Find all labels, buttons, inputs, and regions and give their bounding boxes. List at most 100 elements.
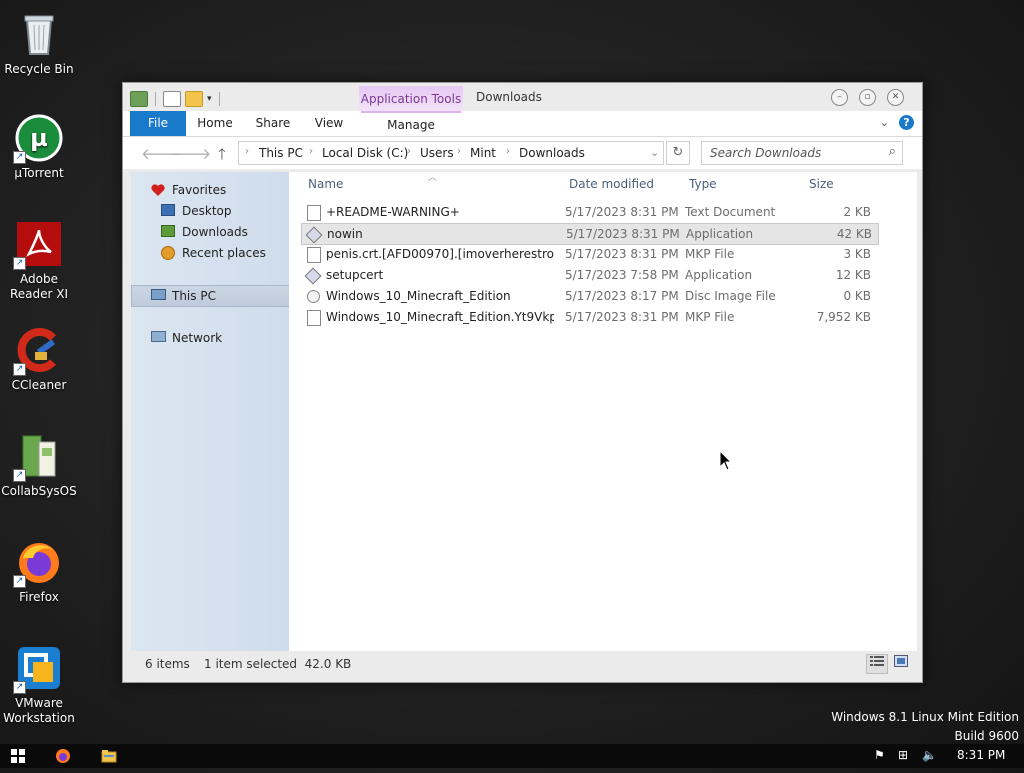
search-input[interactable] <box>708 142 877 164</box>
breadcrumb-mint[interactable]: Mint <box>470 146 496 160</box>
firefox-icon <box>56 749 70 763</box>
file-type: Disc Image File <box>685 289 776 303</box>
breadcrumb-chevron-icon[interactable]: › <box>506 146 510 157</box>
heart-icon <box>151 183 165 196</box>
breadcrumb-local-disk[interactable]: Local Disk (C:) <box>322 146 408 160</box>
shortcut-arrow-icon: ↗ <box>13 575 26 588</box>
taskbar-firefox-button[interactable] <box>55 748 71 772</box>
desktop-icon-collabsysos[interactable]: ↗ CollabSysOS <box>0 432 78 499</box>
properties-icon[interactable] <box>163 91 181 107</box>
tab-view[interactable]: View <box>309 111 349 136</box>
minimize-button[interactable]: – <box>831 89 848 106</box>
help-icon[interactable]: ? <box>899 115 914 130</box>
taskbar-clock[interactable]: 8:31 PM <box>957 748 1005 762</box>
desktop-icon-vmware[interactable]: ↗ VMware Workstation <box>0 644 78 726</box>
desktop-icon-label: CCleaner <box>11 378 67 392</box>
tab-home[interactable]: Home <box>193 111 237 136</box>
details-view-button[interactable] <box>866 654 888 674</box>
file-type: Application <box>685 268 753 282</box>
file-row-selected[interactable]: nowin 5/17/2023 8:31 PM Application 42 K… <box>301 223 879 245</box>
file-date: 5/17/2023 8:31 PM <box>565 310 679 324</box>
desktop-icon-adobe-reader[interactable]: ↗ Adobe Reader XI <box>0 220 78 302</box>
search-box[interactable]: ⌕ <box>701 141 903 165</box>
window-menu-icon[interactable] <box>130 91 148 107</box>
file-row[interactable]: Windows_10_Minecraft_Edition.Yt9Vkp16...… <box>301 307 877 327</box>
address-bar[interactable]: › This PC › Local Disk (C:) › Users › Mi… <box>238 141 664 165</box>
adobe-reader-icon: ↗ <box>13 220 63 270</box>
file-name: penis.crt.[AFD00970].[imoverherestrokin.… <box>326 247 554 261</box>
desktop-icon-recycle-bin[interactable]: Recycle Bin <box>0 10 78 77</box>
tab-manage[interactable]: Manage <box>361 111 461 138</box>
breadcrumb-chevron-icon[interactable]: › <box>407 146 411 157</box>
file-type: MKP File <box>685 310 735 324</box>
tab-share[interactable]: Share <box>251 111 295 136</box>
generic-file-icon <box>307 310 321 326</box>
file-name: setupcert <box>326 268 384 282</box>
file-size: 42 KB <box>836 227 872 241</box>
sort-ascending-icon: ︿ <box>428 173 438 183</box>
breadcrumb-chevron-icon[interactable]: › <box>245 146 249 157</box>
column-header-type[interactable]: Type <box>689 177 717 191</box>
file-row[interactable]: Windows_10_Minecraft_Edition 5/17/2023 8… <box>301 286 877 306</box>
desktop-icon-firefox[interactable]: ↗ Firefox <box>0 538 78 605</box>
breadcrumb-this-pc[interactable]: This PC <box>259 146 303 160</box>
nav-item-label: Recent places <box>182 246 266 260</box>
file-size: 3 KB <box>843 247 871 261</box>
taskbar-file-explorer-button[interactable] <box>101 748 117 772</box>
expand-ribbon-chevron-icon[interactable]: ⌄ <box>880 116 889 129</box>
forward-arrow-icon[interactable]: 🡒 <box>171 144 211 163</box>
nav-item-favorites[interactable]: Favorites <box>131 180 289 200</box>
breadcrumb-downloads[interactable]: Downloads <box>519 146 585 160</box>
disc-image-icon <box>307 290 320 303</box>
address-dropdown-chevron-icon[interactable]: ⌄ <box>650 146 659 159</box>
shortcut-arrow-icon: ↗ <box>13 681 26 694</box>
file-type: Application <box>686 227 754 241</box>
windows-edition-watermark: Windows 8.1 Linux Mint Edition <box>831 710 1019 724</box>
tab-file[interactable]: File <box>130 111 186 136</box>
maximize-button[interactable]: ▫ <box>859 89 876 106</box>
start-button[interactable] <box>11 749 25 773</box>
nav-item-this-pc[interactable]: This PC <box>131 285 291 307</box>
generic-file-icon <box>307 247 321 263</box>
downloads-folder-icon <box>161 225 175 237</box>
close-button[interactable]: ✕ <box>887 89 904 106</box>
selection-info: 1 item selected 42.0 KB <box>204 657 352 671</box>
desktop-icon-ccleaner[interactable]: ↗ CCleaner <box>0 326 78 393</box>
nav-item-downloads[interactable]: Downloads <box>131 222 289 242</box>
svg-text:µ: µ <box>30 124 48 152</box>
file-row[interactable]: +README-WARNING+ 5/17/2023 8:31 PM Text … <box>301 202 877 222</box>
breadcrumb-users[interactable]: Users <box>420 146 454 160</box>
nav-item-label: Downloads <box>182 225 248 239</box>
breadcrumb-chevron-icon[interactable]: › <box>309 146 313 157</box>
toolbar-separator <box>155 92 156 106</box>
column-header-size[interactable]: Size <box>809 177 834 191</box>
action-center-flag-icon[interactable]: ⚑ <box>874 748 885 762</box>
file-name: +README-WARNING+ <box>326 205 460 219</box>
volume-muted-icon[interactable]: 🔈 <box>922 748 937 762</box>
large-icons-view-button[interactable] <box>890 654 912 674</box>
nav-item-desktop[interactable]: Desktop <box>131 201 289 221</box>
file-row[interactable]: setupcert 5/17/2023 7:58 PM Application … <box>301 265 877 285</box>
nav-item-label: Favorites <box>172 183 227 197</box>
refresh-button[interactable]: ↻ <box>666 141 690 165</box>
nav-item-recent-places[interactable]: Recent places <box>131 243 289 263</box>
column-header-name[interactable]: Name <box>308 177 343 191</box>
mouse-cursor-icon <box>719 450 733 471</box>
breadcrumb-chevron-icon[interactable]: › <box>457 146 461 157</box>
network-status-icon[interactable]: ⊞ <box>898 748 908 762</box>
item-count: 6 items <box>145 657 190 671</box>
file-size: 12 KB <box>835 268 871 282</box>
column-header-date-modified[interactable]: Date modified <box>569 177 654 191</box>
file-explorer-icon <box>101 750 117 763</box>
search-icon[interactable]: ⌕ <box>889 144 896 159</box>
title-bar[interactable]: ▾ Application Tools Downloads – ▫ ✕ <box>123 83 922 112</box>
application-tools-context-tab: Application Tools <box>359 86 463 112</box>
up-arrow-icon[interactable]: 🡑 <box>218 144 226 169</box>
build-number-watermark: Build 9600 <box>954 729 1019 743</box>
desktop-icon-utorrent[interactable]: µ ↗ µTorrent <box>0 114 78 181</box>
customize-toolbar-chevron-icon[interactable]: ▾ <box>207 94 212 104</box>
recycle-bin-icon <box>15 10 63 58</box>
new-folder-icon[interactable] <box>185 91 203 107</box>
nav-item-network[interactable]: Network <box>131 328 289 348</box>
file-row[interactable]: penis.crt.[AFD00970].[imoverherestrokin.… <box>301 244 877 264</box>
